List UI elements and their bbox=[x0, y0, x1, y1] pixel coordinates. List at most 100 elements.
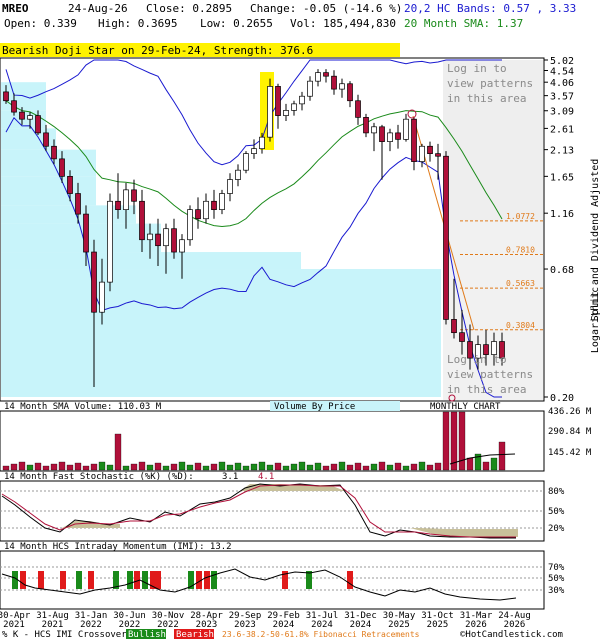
candle-body bbox=[435, 153, 441, 157]
candle-body bbox=[179, 239, 185, 253]
date-tick-year: 2026 bbox=[465, 620, 487, 630]
candle-body bbox=[107, 200, 113, 283]
candle-body bbox=[315, 72, 321, 82]
volume-bar bbox=[482, 461, 490, 471]
date-tick-year: 2024 bbox=[350, 620, 372, 630]
volume-bar bbox=[18, 461, 26, 471]
candle-body bbox=[363, 117, 369, 134]
candle-body bbox=[259, 136, 265, 150]
watermark-bottom-line-3: in this area bbox=[447, 383, 526, 396]
volume-label: 14 Month SMA Volume: 110.03 M bbox=[4, 402, 162, 412]
stock-chart: MREO 24-Aug-26 Close: 0.2895 Change: -0.… bbox=[0, 2, 600, 640]
volume-bar bbox=[138, 461, 146, 471]
volume-bar bbox=[298, 461, 306, 471]
imi-bar bbox=[142, 571, 148, 589]
volume-bar bbox=[266, 464, 274, 471]
date-tick-year: 2024 bbox=[311, 620, 333, 630]
imi-bar bbox=[155, 571, 161, 589]
volume-bar bbox=[346, 464, 354, 471]
bands-legend: 20,2 HC Bands: 0.57 , 3.33 bbox=[404, 2, 576, 15]
high-value: High: 0.3695 bbox=[98, 17, 177, 30]
candle-body bbox=[371, 126, 377, 134]
candle-body bbox=[19, 111, 25, 120]
volume-bar bbox=[210, 463, 218, 471]
candle-body bbox=[339, 83, 345, 90]
fib-legend: 23.6-38.2-50-61.8% Fibonacci Retracement… bbox=[222, 630, 420, 639]
date-tick-year: 2025 bbox=[388, 620, 410, 630]
candle-body bbox=[347, 83, 353, 102]
vbp-row bbox=[1, 252, 301, 270]
volume-bar bbox=[178, 461, 186, 471]
quote-date: 24-Aug-26 bbox=[68, 2, 128, 15]
volume-bar bbox=[122, 465, 130, 471]
candle-body bbox=[243, 153, 249, 171]
candle-body bbox=[251, 148, 257, 154]
volume-bar bbox=[218, 461, 226, 471]
header: MREO 24-Aug-26 Close: 0.2895 Change: -0.… bbox=[2, 2, 576, 30]
volume-bar bbox=[410, 463, 418, 471]
volume-bar bbox=[114, 433, 122, 471]
volume-value: Vol: 185,494,830 bbox=[290, 17, 396, 30]
price-tick-label: 1.65 bbox=[550, 172, 574, 183]
imi-bar bbox=[88, 571, 94, 589]
imi-bar bbox=[127, 571, 133, 589]
imi-bar bbox=[76, 571, 82, 589]
volume-bar bbox=[490, 457, 498, 471]
monthly-chart-label: MONTHLY CHART bbox=[430, 402, 501, 412]
pattern-banner: Bearish Doji Star on 29-Feb-24, Strength… bbox=[2, 44, 313, 57]
volume-bar bbox=[274, 462, 282, 471]
imi-bar bbox=[38, 571, 44, 589]
close-value: Close: 0.2895 bbox=[146, 2, 232, 15]
volume-bar bbox=[418, 461, 426, 471]
watermark-bottom-line-1: Log in to bbox=[447, 353, 507, 366]
candle-body bbox=[459, 332, 465, 342]
volume-bar bbox=[394, 462, 402, 471]
volume-bar bbox=[426, 464, 434, 471]
candle-body bbox=[3, 91, 9, 102]
volume-bar bbox=[2, 465, 10, 471]
stoch-d-value: 4.1 bbox=[258, 472, 274, 482]
price-tick-label: 4.54 bbox=[550, 67, 574, 78]
candle-body bbox=[307, 80, 313, 97]
volume-bar bbox=[82, 465, 90, 471]
candle-body bbox=[267, 86, 273, 138]
volume-bar bbox=[442, 411, 450, 471]
imi-bar bbox=[60, 571, 66, 589]
volume-bar bbox=[322, 465, 330, 471]
volume-bar bbox=[434, 462, 442, 471]
volume-bar bbox=[26, 464, 34, 471]
candle-body bbox=[443, 155, 449, 320]
volume-bar bbox=[50, 463, 58, 471]
fib-level-label: 0.5663 bbox=[506, 279, 535, 288]
sma-legend: 20 Month SMA: 1.37 bbox=[404, 17, 523, 30]
candle-body bbox=[395, 132, 401, 140]
price-tick-label: 2.61 bbox=[550, 124, 574, 135]
candle-body bbox=[387, 132, 393, 142]
imi-tick-30: 30% bbox=[548, 586, 565, 596]
vol-tick-mid: 290.84 M bbox=[548, 427, 592, 437]
price-tick-label: 3.57 bbox=[550, 92, 574, 103]
candle-body bbox=[139, 200, 145, 241]
volume-bar bbox=[106, 464, 114, 471]
date-tick-year: 2023 bbox=[234, 620, 256, 630]
stoch-k-value: 3.1 bbox=[222, 472, 238, 482]
price-tick-label: 2.13 bbox=[550, 146, 574, 157]
price-tick-label: 5.02 bbox=[550, 56, 574, 67]
date-tick-year: 2021 bbox=[42, 620, 64, 630]
volume-bar bbox=[242, 465, 250, 471]
volume-bar bbox=[250, 463, 258, 471]
candle-body bbox=[131, 189, 137, 202]
watermark-bottom-line-2: view patterns bbox=[447, 368, 533, 381]
candle-body bbox=[75, 193, 81, 215]
volume-bar bbox=[194, 462, 202, 471]
candle-body bbox=[219, 193, 225, 210]
candle-body bbox=[59, 158, 65, 177]
imi-tick-50: 50% bbox=[548, 574, 565, 584]
imi-bar bbox=[20, 571, 26, 589]
imi-panel: 14 Month HCS Intraday Momentum (IMI): 13… bbox=[0, 542, 565, 610]
candle-body bbox=[275, 86, 281, 116]
volume-bar bbox=[498, 441, 506, 471]
fib-level-label: 0.3804 bbox=[506, 321, 535, 330]
candle-body bbox=[99, 281, 105, 313]
date-x-axis: 30-Apr202131-Aug202131-Jan202230-Jun2022… bbox=[0, 611, 531, 630]
